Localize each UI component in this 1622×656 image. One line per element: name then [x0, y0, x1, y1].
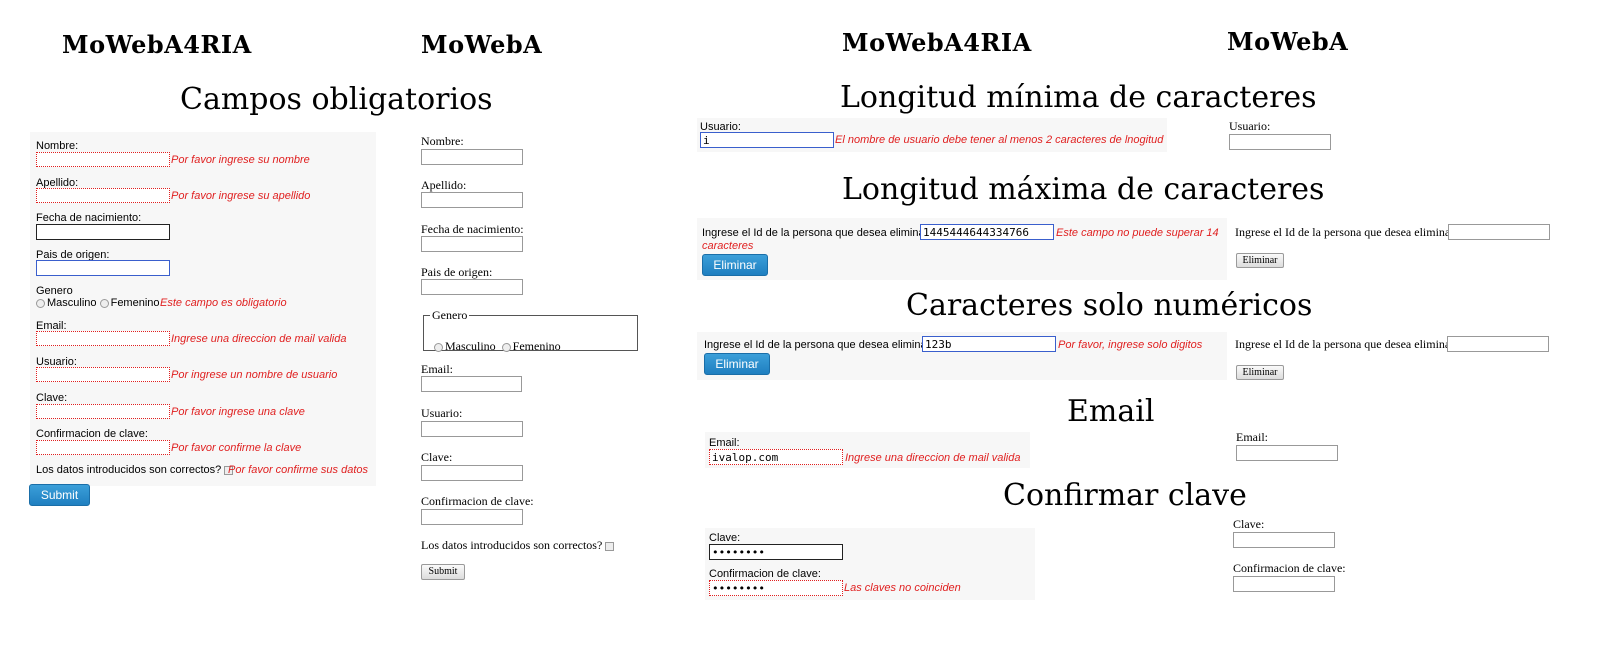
numeric-error: Por favor, ingrese solo digitos — [1058, 339, 1203, 351]
b-confirm-conf-input[interactable] — [1233, 576, 1335, 592]
email-error: Ingrese una direccion de mail valida — [171, 333, 347, 345]
maxlength-eliminar-button[interactable]: Eliminar — [702, 254, 768, 276]
datos-label: Los datos introducidos son correctos? — [36, 464, 234, 476]
b-numeric-label: Ingrese el Id de la persona que desea el… — [1235, 337, 1458, 351]
confirmacion-label: Confirmacion de clave: — [36, 428, 148, 440]
b-clave-label: Clave: — [421, 450, 453, 464]
b-email-input[interactable] — [421, 376, 522, 392]
maxlength-error-line2: caracteres — [702, 240, 754, 252]
b-maxlength-eliminar-button[interactable]: Eliminar — [1236, 253, 1284, 268]
brand-moweba-right: MoWebA — [1227, 27, 1349, 56]
b-datos-text: Los datos introducidos son correctos? — [421, 538, 603, 552]
b-masculino-radio[interactable] — [434, 342, 443, 352]
email-test-input[interactable]: ivalop.com — [709, 449, 843, 465]
b-usuario-input[interactable] — [421, 421, 523, 437]
b-apellido-label: Apellido: — [421, 178, 467, 192]
b-genero-fieldset: Genero Masculino Femenino — [423, 308, 638, 354]
confirm-conf-label: Confirmacion de clave: — [709, 568, 821, 580]
brand-moweba-left: MoWebA — [421, 30, 543, 59]
confirm-clave-input[interactable]: •••••••• — [709, 544, 843, 560]
section-title-required: Campos obligatorios — [180, 82, 493, 117]
submit-button[interactable]: Submit — [29, 484, 90, 506]
section-title-maxlength: Longitud máxima de caracteres — [842, 172, 1325, 207]
usuario-error: Por ingrese un nombre de usuario — [171, 369, 338, 381]
nombre-label: Nombre: — [36, 140, 79, 152]
b-maxlength-input[interactable] — [1448, 224, 1550, 240]
section-title-numeric: Caracteres solo numéricos — [906, 288, 1313, 323]
b-genero-options: Masculino Femenino — [434, 339, 561, 354]
b-confirm-conf-label: Confirmacion de clave: — [1233, 561, 1346, 575]
clave-input[interactable] — [36, 404, 170, 419]
b-confirmacion-label: Confirmacion de clave: — [421, 494, 534, 508]
nombre-input[interactable] — [36, 152, 170, 167]
email-test-error: Ingrese una direccion de mail valida — [845, 452, 1021, 464]
confirm-conf-input[interactable]: •••••••• — [709, 580, 843, 596]
confirmacion-error: Por favor confirme la clave — [171, 442, 302, 454]
b-submit-button[interactable]: Submit — [421, 564, 465, 580]
maxlength-input[interactable]: 1445444644334766 — [920, 224, 1054, 240]
b-pais-input[interactable] — [421, 279, 523, 295]
b-datos-label: Los datos introducidos son correctos? — [421, 538, 615, 553]
genero-label: Genero — [36, 285, 73, 297]
confirm-clave-label: Clave: — [709, 532, 741, 544]
section-title-confirm: Confirmar clave — [1003, 478, 1247, 513]
genero-options: Masculino Femenino — [36, 297, 160, 309]
b-nombre-input[interactable] — [421, 149, 523, 165]
fecha-input[interactable] — [36, 224, 170, 240]
b-nombre-label: Nombre: — [421, 134, 464, 148]
clave-label: Clave: — [36, 392, 68, 404]
clave-error: Por favor ingrese una clave — [171, 406, 305, 418]
b-pais-label: Pais de origen: — [421, 265, 493, 279]
femenino-radio[interactable] — [99, 298, 109, 308]
b-datos-checkbox[interactable] — [605, 541, 615, 551]
minlength-input[interactable]: i — [700, 132, 834, 148]
b-fecha-label: Fecha de nacimiento: — [421, 222, 524, 236]
datos-error: Por favor confirme sus datos — [228, 464, 369, 476]
b-apellido-input[interactable] — [421, 192, 523, 208]
section-title-email: Email — [1067, 394, 1155, 429]
b-femenino-label: Femenino — [512, 339, 561, 353]
b-femenino-radio[interactable] — [501, 342, 511, 352]
fecha-label: Fecha de nacimiento: — [36, 212, 142, 224]
numeric-input[interactable]: 123b — [922, 336, 1056, 352]
apellido-error: Por favor ingrese su apellido — [171, 190, 311, 202]
confirm-error: Las claves no coinciden — [844, 582, 961, 594]
brand-moweba4ria-left: MoWebA4RIA — [62, 30, 252, 59]
confirmacion-input[interactable] — [36, 440, 170, 455]
email-test-label: Email: — [709, 437, 740, 449]
nombre-error: Por favor ingrese su nombre — [171, 154, 310, 166]
b-usuario-label: Usuario: — [421, 406, 463, 420]
b-clave-input[interactable] — [421, 465, 523, 481]
pais-input[interactable] — [36, 260, 170, 276]
b-maxlength-label: Ingrese el Id de la persona que desea el… — [1235, 225, 1458, 239]
email-input[interactable] — [36, 331, 170, 346]
genero-error: Este campo es obligatorio — [160, 297, 287, 309]
b-confirmacion-input[interactable] — [421, 509, 523, 525]
masculino-label: Masculino — [47, 297, 97, 309]
b-confirm-clave-label: Clave: — [1233, 517, 1265, 531]
maxlength-label: Ingrese el Id de la persona que desea el… — [702, 227, 932, 239]
femenino-label: Femenino — [110, 297, 160, 309]
b-email-test-label: Email: — [1236, 430, 1268, 444]
usuario-input[interactable] — [36, 367, 170, 382]
maxlength-error-line1: Este campo no puede superar 14 — [1056, 227, 1219, 239]
apellido-input[interactable] — [36, 188, 170, 203]
numeric-eliminar-button[interactable]: Eliminar — [704, 353, 770, 375]
b-genero-legend: Genero — [432, 308, 468, 322]
b-minlength-label: Usuario: — [1229, 119, 1271, 133]
b-numeric-eliminar-button[interactable]: Eliminar — [1236, 365, 1284, 380]
b-numeric-input[interactable] — [1447, 336, 1549, 352]
datos-text: Los datos introducidos son correctos? — [36, 464, 222, 476]
b-fecha-input[interactable] — [421, 236, 523, 252]
b-email-label: Email: — [421, 362, 453, 376]
brand-moweba4ria-right: MoWebA4RIA — [842, 28, 1032, 57]
b-confirm-clave-input[interactable] — [1233, 532, 1335, 548]
b-minlength-input[interactable] — [1229, 134, 1331, 150]
section-title-minlength: Longitud mínima de caracteres — [840, 80, 1317, 115]
numeric-label: Ingrese el Id de la persona que desea el… — [704, 339, 934, 351]
minlength-error: El nombre de usuario debe tener al menos… — [835, 134, 1164, 146]
masculino-radio[interactable] — [36, 298, 45, 308]
b-masculino-label: Masculino — [445, 339, 496, 353]
b-email-test-input[interactable] — [1236, 445, 1338, 461]
